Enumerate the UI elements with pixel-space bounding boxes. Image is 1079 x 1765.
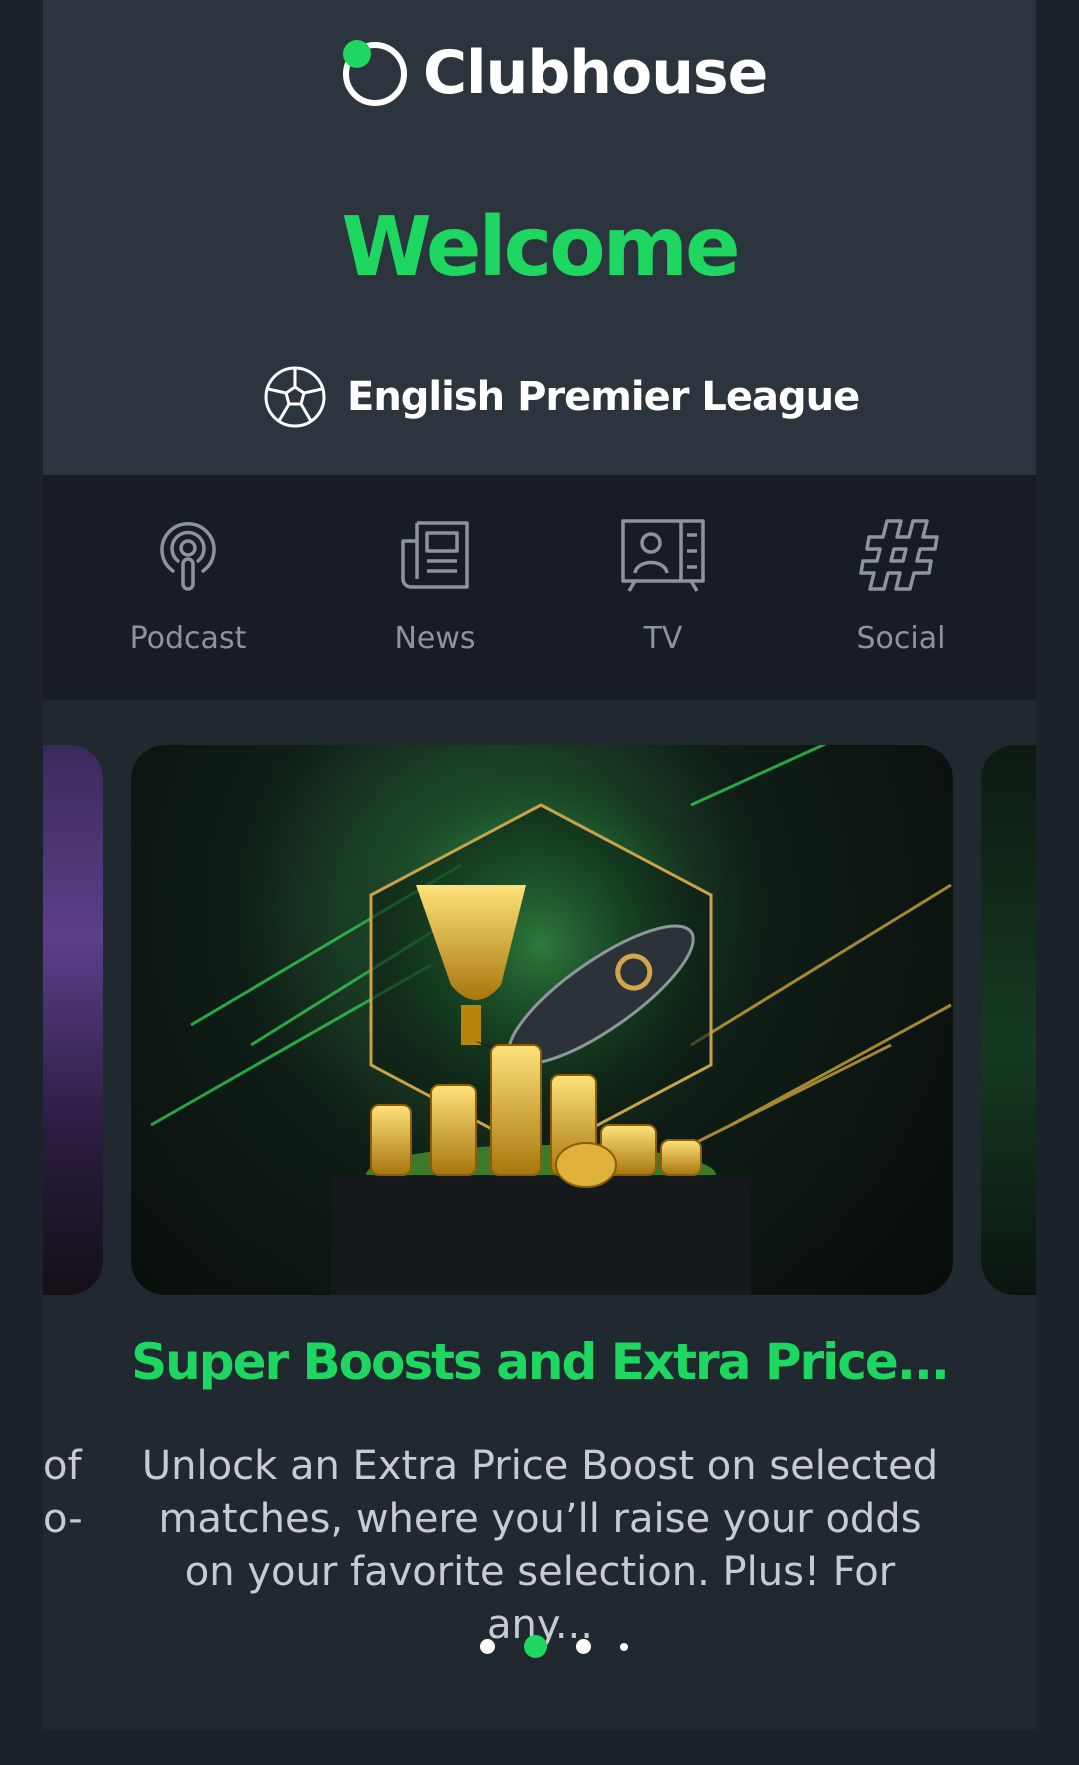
podcast-icon [160,522,216,591]
carousel-pagination [480,1635,657,1658]
brand-logo[interactable]: Clubhouse [333,34,768,112]
nav-item-news[interactable]: News [340,515,530,656]
promo-carousel[interactable] [43,745,1036,1295]
pagination-dot-2-active[interactable] [524,1635,547,1658]
welcome-heading: Welcome [341,200,740,295]
trophy-rocket-illustration [150,745,952,1295]
tv-icon [621,519,705,592]
nav-item-tv[interactable]: TV [568,515,758,656]
nav-label-tv: TV [643,621,683,656]
pagination-dot-1[interactable] [480,1639,495,1654]
pagination-dot-4[interactable] [620,1642,628,1651]
promo-card-image[interactable] [131,745,953,1295]
section-nav: Podcast News TV Social [43,475,1036,700]
nav-label-podcast: Podcast [129,621,247,656]
hashtag-icon [859,519,939,591]
newspaper-icon [401,521,469,589]
clubhouse-logo-icon [343,40,407,106]
league-selector[interactable]: English Premier League [263,365,860,429]
promo-card-next[interactable] [981,745,1036,1295]
previous-card-text-peek: of o- [43,1443,83,1542]
pagination-dot-3[interactable] [576,1639,591,1654]
league-name: English Premier League [347,374,860,420]
promo-title[interactable]: Super Boosts and Extra Price... [0,1333,1079,1391]
nav-label-social: Social [856,621,946,656]
promo-card-previous[interactable] [43,745,103,1295]
header: Clubhouse Welcome English Premier League [43,0,1036,475]
nav-item-social[interactable]: Social [806,515,996,656]
brand-name: Clubhouse [423,38,768,108]
nav-label-news: News [394,621,476,656]
promo-description: Unlock an Extra Price Boost on selected … [141,1443,939,1648]
nav-item-podcast[interactable]: Podcast [93,515,283,656]
soccer-ball-icon [264,366,326,428]
